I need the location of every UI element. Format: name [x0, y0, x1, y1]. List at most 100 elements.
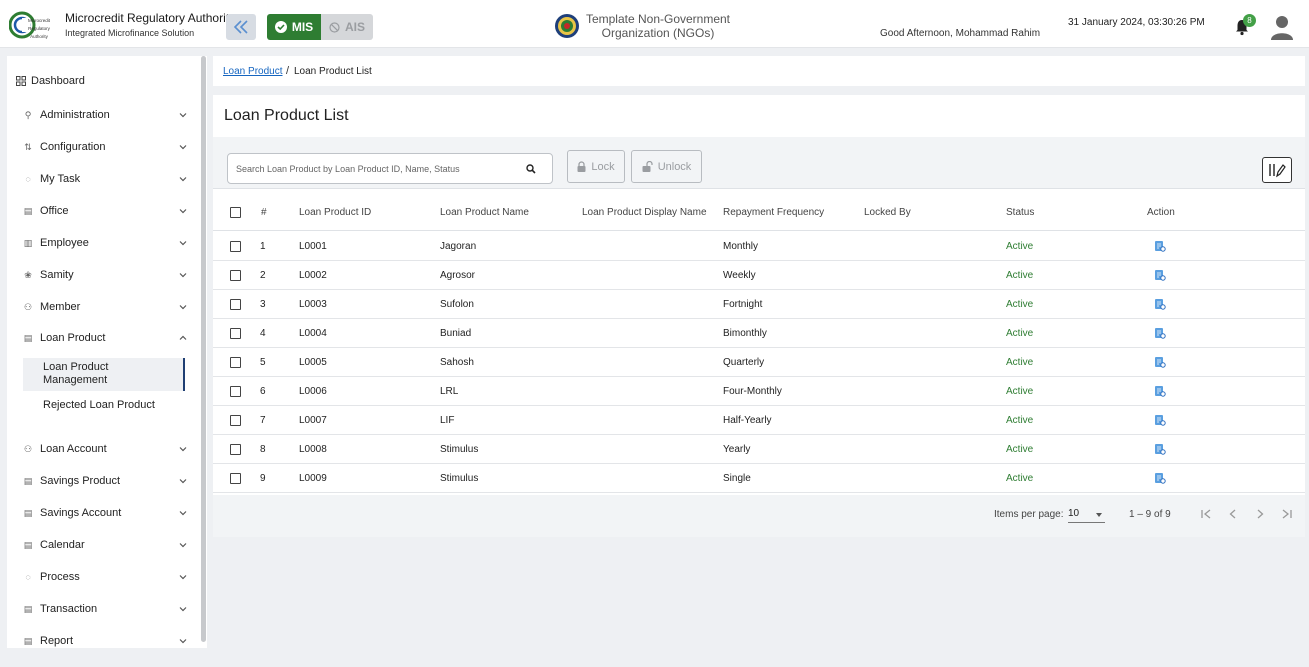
row-checkbox[interactable] [230, 357, 241, 368]
view-details-icon[interactable] [1154, 269, 1166, 281]
view-details-icon[interactable] [1154, 327, 1166, 339]
row-checkbox[interactable] [230, 415, 241, 426]
column-header-locked-by[interactable]: Locked By [864, 207, 911, 218]
subitem-label-line2: Management [43, 374, 108, 386]
table-row[interactable]: 9 L0009 Stimulus Single Active [213, 464, 1305, 493]
ais-module-button[interactable]: AIS [321, 14, 373, 40]
last-page-icon[interactable] [1280, 507, 1294, 521]
sidebar-item-label: Employee [40, 237, 89, 249]
sidebar-item-administration[interactable]: ⚲ Administration [22, 106, 188, 124]
table-row[interactable]: 6 L0006 LRL Four-Monthly Active [213, 377, 1305, 406]
collapse-sidebar-button[interactable] [226, 14, 256, 40]
row-checkbox[interactable] [230, 473, 241, 484]
unlock-button[interactable]: Unlock [631, 150, 702, 183]
table-row[interactable]: 4 L0004 Buniad Bimonthly Active [213, 319, 1305, 348]
sidebar-item-label: Administration [40, 109, 110, 121]
member-icon: ⚇ [23, 301, 33, 312]
samity-icon: ❀ [24, 269, 32, 280]
sidebar-subitem-loan-product-management[interactable]: Loan Product Management [23, 358, 185, 391]
sidebar-item-samity[interactable]: ❀ Samity [22, 266, 188, 284]
cell-repayment-frequency: Single [723, 473, 751, 484]
mis-label: MIS [291, 20, 314, 34]
sidebar-item-transaction[interactable]: ▤ Transaction [22, 600, 188, 618]
employee-icon: ▥ [23, 237, 33, 248]
ais-label: AIS [344, 20, 365, 34]
page-title: Loan Product List [224, 107, 349, 124]
row-checkbox[interactable] [230, 386, 241, 397]
view-details-icon[interactable] [1154, 472, 1166, 484]
table-row[interactable]: 8 L0008 Stimulus Yearly Active [213, 435, 1305, 464]
view-details-icon[interactable] [1154, 298, 1166, 310]
sidebar-item-loan-product[interactable]: ▤ Loan Product [22, 329, 188, 347]
cell-repayment-frequency: Bimonthly [723, 328, 767, 339]
table-row[interactable]: 2 L0002 Agrosor Weekly Active [213, 261, 1305, 290]
lock-button[interactable]: Lock [567, 150, 625, 183]
row-checkbox[interactable] [230, 270, 241, 281]
chevron-down-icon [179, 575, 187, 580]
column-header-display-name[interactable]: Loan Product Display Name [582, 207, 707, 218]
sidebar-subitem-rejected-loan-product[interactable]: Rejected Loan Product [23, 399, 185, 411]
sidebar-item-my-task[interactable]: ◌ My Task [22, 170, 188, 188]
first-page-icon[interactable] [1199, 507, 1213, 521]
row-checkbox[interactable] [230, 328, 241, 339]
chevron-up-icon [179, 335, 187, 340]
mis-module-button[interactable]: MIS [267, 14, 321, 40]
config-icon: ⇅ [24, 141, 32, 152]
view-details-icon[interactable] [1154, 385, 1166, 397]
sidebar-item-label: Process [40, 571, 80, 583]
chevron-down-icon [179, 607, 187, 612]
loan-account-icon: ⚇ [23, 443, 33, 454]
sidebar-item-office[interactable]: ▤ Office [22, 202, 188, 220]
table-row[interactable]: 1 L0001 Jagoran Monthly Active [213, 232, 1305, 261]
view-details-icon[interactable] [1154, 356, 1166, 368]
column-settings-button[interactable] [1262, 157, 1292, 183]
sidebar-item-label: Loan Account [40, 443, 107, 455]
unlock-label: Unlock [657, 160, 692, 173]
dropdown-arrow-icon[interactable] [1096, 513, 1102, 517]
row-checkbox[interactable] [230, 444, 241, 455]
chevron-down-icon [179, 241, 187, 246]
sidebar-item-member[interactable]: ⚇ Member [22, 298, 188, 316]
sidebar-item-process[interactable]: ◌ Process [22, 568, 188, 586]
user-avatar-icon[interactable] [1270, 14, 1294, 40]
lock-icon [577, 161, 586, 172]
row-number: 2 [260, 270, 266, 281]
select-all-checkbox[interactable] [230, 207, 241, 218]
user-greeting: Good Afternoon, Mohammad Rahim [880, 28, 1041, 39]
sidebar-item-savings-product[interactable]: ▤ Savings Product [22, 472, 188, 490]
column-header-loan-product-name[interactable]: Loan Product Name [440, 207, 529, 218]
sidebar-item-calendar[interactable]: ▤ Calendar [22, 536, 188, 554]
next-page-icon[interactable] [1253, 507, 1267, 521]
search-icon[interactable] [526, 164, 536, 174]
previous-page-icon[interactable] [1226, 507, 1240, 521]
sidebar-item-dashboard[interactable]: Dashboard [16, 75, 85, 87]
report-icon: ▤ [23, 635, 33, 646]
sidebar-item-savings-account[interactable]: ▤ Savings Account [22, 504, 188, 522]
column-header-repayment-frequency[interactable]: Repayment Frequency [723, 207, 824, 218]
cell-loan-product-name: Sahosh [440, 357, 474, 368]
task-icon: ◌ [25, 174, 31, 184]
mra-logo: Microcredit Regulatory Authority [9, 11, 51, 39]
sidebar-item-employee[interactable]: ▥ Employee [22, 234, 188, 252]
breadcrumb-link-loan-product[interactable]: Loan Product [223, 66, 283, 77]
row-checkbox[interactable] [230, 299, 241, 310]
column-header-number: # [261, 207, 267, 218]
column-header-status[interactable]: Status [1006, 207, 1034, 218]
sidebar-scrollbar[interactable] [201, 56, 206, 642]
sidebar-item-configuration[interactable]: ⇅ Configuration [22, 138, 188, 156]
view-details-icon[interactable] [1154, 414, 1166, 426]
cell-repayment-frequency: Four-Monthly [723, 386, 782, 397]
chevron-down-icon [179, 273, 187, 278]
search-input[interactable] [236, 161, 516, 177]
sidebar-item-loan-account[interactable]: ⚇ Loan Account [22, 440, 188, 458]
table-row[interactable]: 5 L0005 Sahosh Quarterly Active [213, 348, 1305, 377]
chevron-down-icon [179, 113, 187, 118]
view-details-icon[interactable] [1154, 240, 1166, 252]
table-row[interactable]: 7 L0007 LIF Half-Yearly Active [213, 406, 1305, 435]
cell-loan-product-name: Stimulus [440, 444, 479, 455]
view-details-icon[interactable] [1154, 443, 1166, 455]
table-row[interactable]: 3 L0003 Sufolon Fortnight Active [213, 290, 1305, 319]
row-checkbox[interactable] [230, 241, 241, 252]
sidebar-item-report[interactable]: ▤ Report [22, 632, 188, 650]
column-header-loan-product-id[interactable]: Loan Product ID [299, 207, 371, 218]
